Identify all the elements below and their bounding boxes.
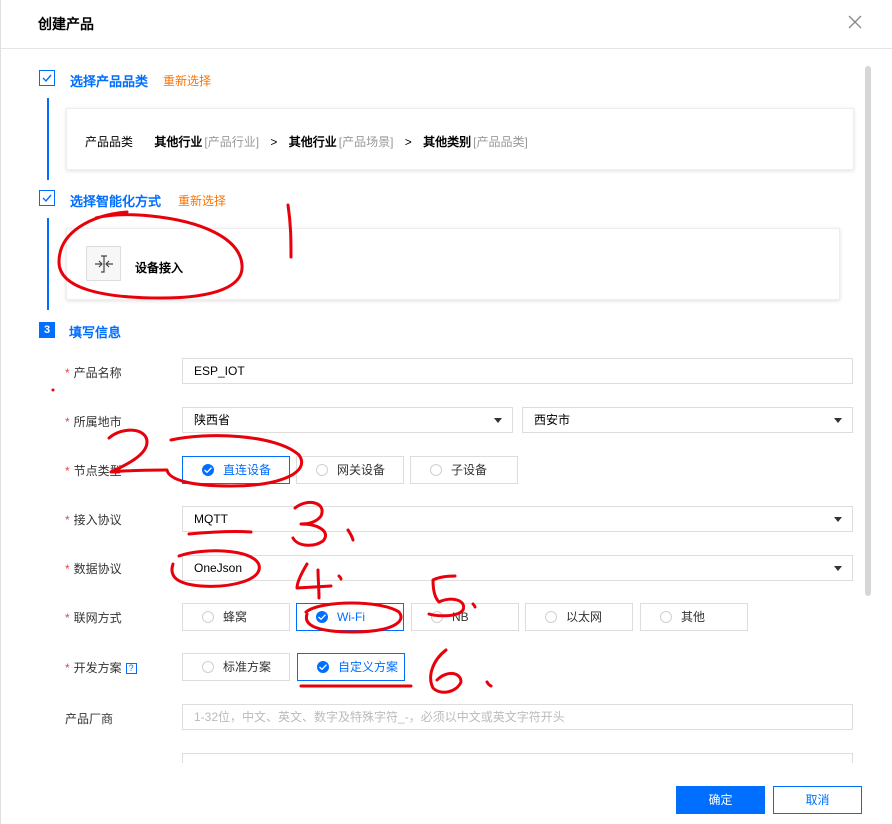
protocol-select[interactable]: MQTT — [182, 506, 853, 532]
chevron-down-icon — [834, 517, 842, 522]
step2-title: 选择智能化方式 — [70, 194, 162, 209]
method-label: 设备接入 — [135, 261, 184, 275]
crumb-category: 其他类别 — [423, 135, 472, 149]
vendor-input[interactable]: 1-32位，中文、英文、数字及特殊字符_-，必须以中文或英文字符开头 — [182, 704, 853, 730]
radio-icon — [316, 464, 328, 476]
product-name-input[interactable]: ESP_IOT — [182, 358, 853, 384]
node-type-option-subdevice[interactable]: 子设备 — [410, 456, 518, 484]
step2-line — [47, 218, 49, 310]
category-label: 产品品类 — [85, 135, 134, 149]
crumb-category-type: [产品品类] — [473, 135, 528, 149]
radio-icon — [430, 464, 442, 476]
next-field-input[interactable] — [182, 753, 853, 763]
dialog-title: 创建产品 — [38, 16, 94, 32]
product-name-label: * 产品名称 — [65, 366, 122, 380]
radio-icon — [660, 611, 672, 623]
device-access-icon — [86, 246, 121, 281]
vendor-label: 产品厂商 — [65, 712, 114, 726]
radio-check-icon — [317, 661, 329, 673]
step1-title: 选择产品品类 — [70, 74, 149, 89]
help-icon[interactable]: ? — [125, 663, 137, 675]
dev-plan-option-standard[interactable]: 标准方案 — [182, 653, 290, 681]
node-type-option-gateway[interactable]: 网关设备 — [296, 456, 404, 484]
network-label: * 联网方式 — [65, 611, 122, 625]
crumb-industry: 其他行业 — [154, 135, 203, 149]
network-option-ethernet[interactable]: 以太网 — [525, 603, 633, 631]
create-product-dialog: 创建产品 选择产品品类 重新选择 产品品类 其他行业 [产品行业] > 其他行业[… — [0, 0, 892, 824]
confirm-button[interactable]: 确定 — [676, 786, 765, 814]
network-option-nb[interactable]: NB — [411, 603, 519, 631]
chevron-down-icon — [834, 418, 842, 423]
step3-title: 填写信息 — [69, 325, 122, 340]
radio-icon — [202, 661, 214, 673]
method-card: 设备接入 — [66, 228, 840, 300]
crumb-scene: 其他行业 — [288, 135, 337, 149]
chevron-down-icon — [834, 566, 842, 571]
data-protocol-label: * 数据协议 — [65, 562, 122, 576]
network-option-other[interactable]: 其他 — [640, 603, 748, 631]
step3-number: 3 — [39, 322, 55, 338]
step1-reselect-link[interactable]: 重新选择 — [163, 72, 211, 89]
crumb-industry-type: [产品行业] — [204, 135, 260, 149]
crumb-separator: > — [404, 135, 412, 149]
node-type-option-direct[interactable]: 直连设备 — [182, 456, 290, 484]
step1-line — [47, 98, 49, 180]
radio-check-icon — [316, 611, 328, 623]
category-card: 产品品类 其他行业 [产品行业] > 其他行业 [产品场景] > 其他类别 [产品品类… — [66, 108, 854, 170]
radio-icon — [431, 611, 443, 623]
step2-check-icon — [39, 190, 55, 206]
cancel-button[interactable]: 取消 — [773, 786, 862, 814]
network-option-wifi[interactable]: Wi-Fi — [296, 603, 404, 631]
dialog-footer: 确定 取消 — [1, 763, 892, 824]
step1-check-icon — [39, 70, 55, 86]
scrollbar[interactable] — [865, 66, 871, 596]
category-breadcrumb: 产品品类 其他行业 [产品行业] > 其他行业 [产品场景] > 其他类别 [产品品类… — [85, 133, 528, 150]
protocol-label: * 接入协议 — [65, 513, 122, 527]
crumb-scene-type: [产品场景] — [338, 135, 394, 149]
chevron-down-icon — [494, 418, 502, 423]
close-icon[interactable] — [847, 14, 863, 30]
radio-check-icon — [202, 464, 214, 476]
data-protocol-select[interactable]: OneJson — [182, 555, 853, 581]
step2-reselect-link[interactable]: 重新选择 — [178, 192, 226, 209]
network-option-cellular[interactable]: 蜂窝 — [182, 603, 290, 631]
radio-icon — [202, 611, 214, 623]
radio-icon — [545, 611, 557, 623]
dev-plan-label: * 开发方案? — [65, 659, 137, 676]
region-label: * 所属地市 — [65, 415, 122, 429]
province-select[interactable]: 陕西省 — [182, 407, 513, 433]
city-select[interactable]: 西安市 — [522, 407, 853, 433]
node-type-label: * 节点类型 — [65, 464, 122, 478]
dev-plan-option-custom[interactable]: 自定义方案 — [297, 653, 405, 681]
crumb-separator: > — [270, 135, 278, 149]
dialog-header: 创建产品 — [1, 0, 892, 49]
